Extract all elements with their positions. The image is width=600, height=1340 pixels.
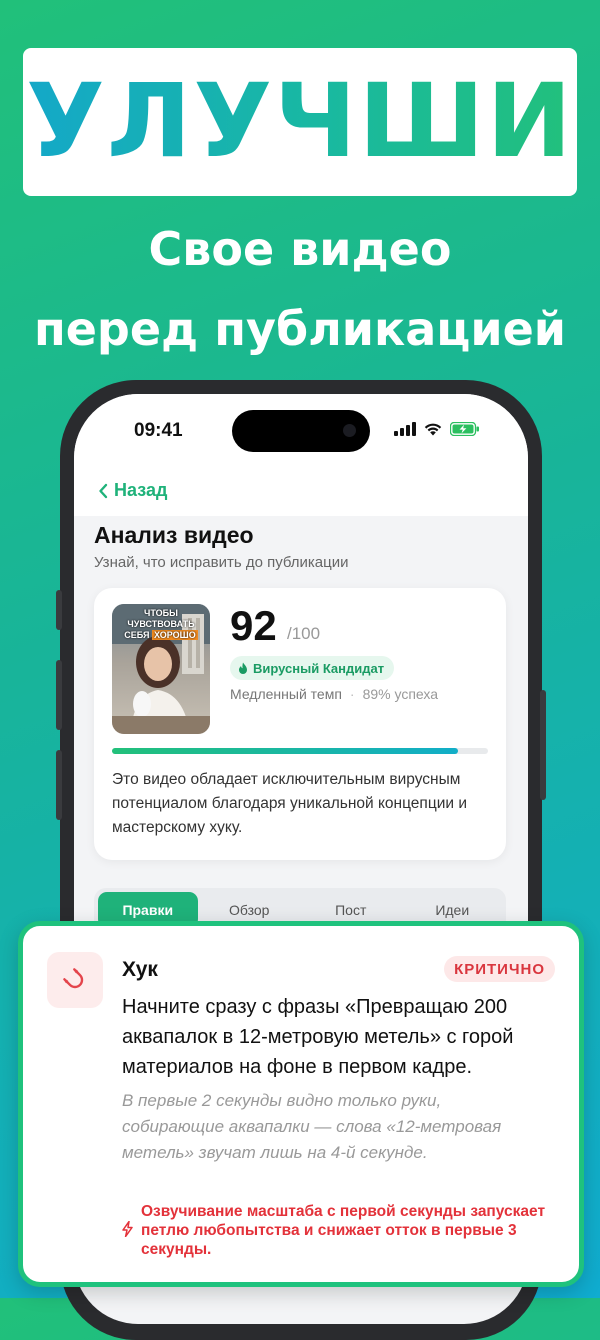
- status-bar: 09:41: [74, 394, 528, 474]
- back-label: Назад: [114, 480, 168, 500]
- dynamic-island: [232, 410, 370, 452]
- score-max: /100: [287, 624, 321, 643]
- subline-2: перед публикацией: [33, 302, 567, 356]
- analysis-description: Это видео обладает исключительным вирусн…: [112, 771, 467, 836]
- phone-side-button: [56, 660, 62, 730]
- status-icons: [394, 422, 480, 436]
- signal-icon: [394, 422, 416, 436]
- nav-bar: Назад: [74, 474, 528, 516]
- issue-card[interactable]: Хук КРИТИЧНО Начните сразу с фразы «Прев…: [18, 921, 584, 1287]
- chevron-left-icon: [99, 483, 108, 498]
- headline-banner: УЛУЧШИ: [23, 48, 577, 196]
- issue-icon-box: [47, 952, 103, 1008]
- video-meta: Медленный темп · 89% успеха: [230, 686, 438, 702]
- subline-1: Свое видео: [148, 222, 452, 276]
- issue-impact: Озвучивание масштаба с первой секунды за…: [122, 1202, 562, 1259]
- issue-suggestion: Начните сразу с фразы «Превращаю 200 акв…: [122, 996, 514, 1078]
- score-value: 92: [230, 602, 277, 649]
- pace-label: Медленный темп: [230, 686, 342, 702]
- analysis-card: ЧТОБЫ ЧУВСТВОВАТЬ СЕБЯ ХОРОШО 92 /100 Ви…: [94, 588, 506, 860]
- thumbnail-caption-highlight: ХОРОШО: [152, 630, 198, 640]
- thumbnail-caption-line: ЧТОБЫ: [144, 608, 178, 618]
- thumbnail-caption-line: ЧУВСТВОВАТЬ: [127, 619, 195, 629]
- badge-label: Вирусный Кандидат: [253, 660, 385, 676]
- phone-side-button: [56, 590, 62, 630]
- page-subtitle: Узнай, что исправить до публикации: [94, 554, 349, 571]
- page-title: Анализ видео: [94, 522, 254, 548]
- meta-separator: ·: [349, 686, 355, 702]
- issue-observation: В первые 2 секунды видно только руки, со…: [122, 1091, 502, 1162]
- flame-icon: [239, 662, 247, 674]
- status-time: 09:41: [134, 420, 183, 441]
- thumbnail-caption-word: СЕБЯ: [124, 630, 150, 640]
- status-badge: Вирусный Кандидат: [230, 656, 395, 680]
- lightning-icon: [122, 1202, 133, 1259]
- severity-badge: КРИТИЧНО: [444, 956, 555, 982]
- magnet-icon: [63, 968, 84, 989]
- phone-side-button: [56, 750, 62, 820]
- issue-impact-text: Озвучивание масштаба с первой секунды за…: [141, 1203, 546, 1258]
- wifi-icon: [424, 423, 442, 436]
- phone-side-button: [540, 690, 546, 800]
- camera-icon: [343, 424, 356, 437]
- back-button[interactable]: Назад: [98, 480, 167, 501]
- video-thumbnail[interactable]: ЧТОБЫ ЧУВСТВОВАТЬ СЕБЯ ХОРОШО: [112, 604, 210, 734]
- score-progress-bar: [112, 748, 488, 754]
- thumbnail-caption: ЧТОБЫ ЧУВСТВОВАТЬ СЕБЯ ХОРОШО: [112, 608, 210, 641]
- headline-text: УЛУЧШИ: [26, 62, 574, 181]
- battery-charging-icon: [450, 422, 479, 436]
- issue-title: Хук: [122, 958, 158, 981]
- thumbnail-caption-line: СЕБЯ ХОРОШО: [112, 630, 210, 641]
- score-progress-fill: [112, 748, 458, 754]
- success-rate: 89% успеха: [362, 686, 439, 702]
